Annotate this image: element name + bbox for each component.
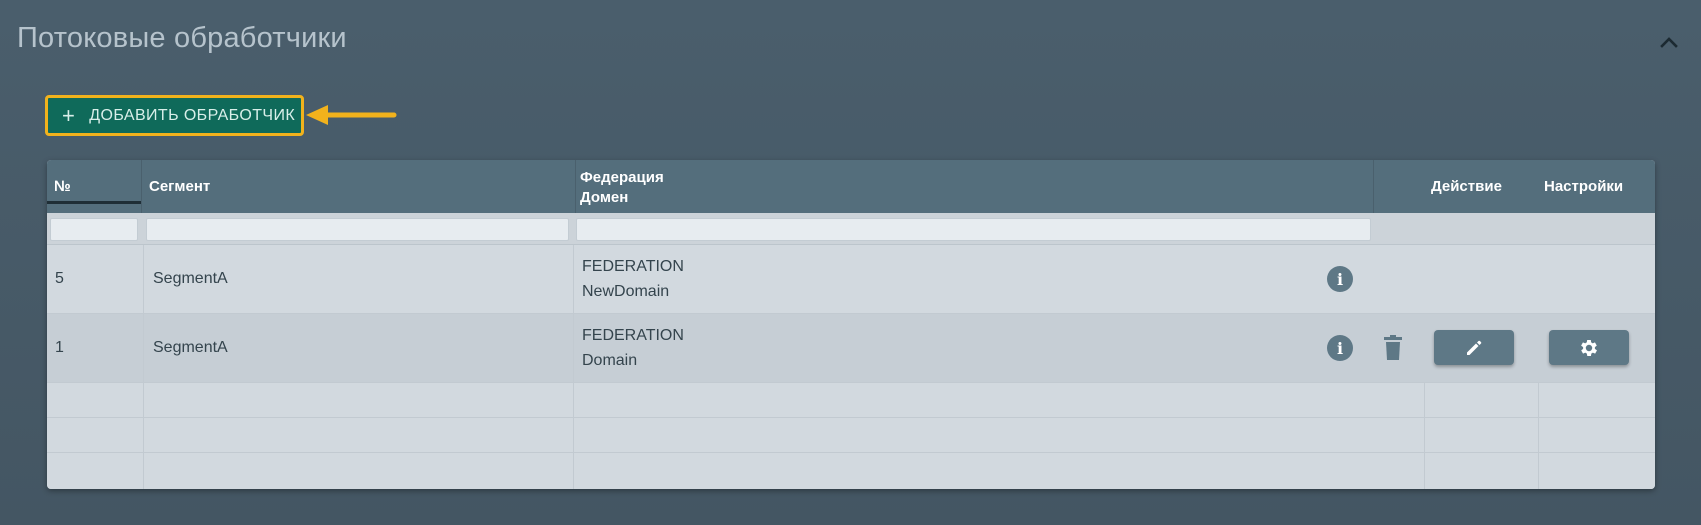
- cell-separator: [1424, 383, 1425, 418]
- chevron-up-icon: [1660, 37, 1678, 48]
- column-separator: [141, 160, 142, 213]
- cell-separator: [1538, 418, 1539, 453]
- cell-separator: [143, 314, 144, 383]
- empty-row: [47, 418, 1655, 453]
- column-label: Настройки: [1544, 178, 1624, 195]
- cell-separator: [1424, 453, 1425, 489]
- column-label: Действие: [1431, 178, 1502, 195]
- empty-row: [47, 453, 1655, 489]
- cell-separator: [573, 245, 574, 314]
- info-icon[interactable]: i: [1327, 335, 1353, 361]
- page-title: Потоковые обработчики: [17, 22, 347, 54]
- column-separator: [575, 160, 576, 213]
- cell-separator: [143, 245, 144, 314]
- cell-separator: [573, 383, 574, 418]
- cell-separator: [573, 453, 574, 489]
- handlers-table: № Сегмент Федерация Домен Действие Настр…: [47, 160, 1655, 489]
- table-header: № Сегмент Федерация Домен Действие Настр…: [47, 160, 1655, 213]
- row-number: 1: [55, 339, 64, 356]
- cell-separator: [573, 418, 574, 453]
- filter-row: [47, 213, 1655, 245]
- trash-icon[interactable]: [1383, 335, 1403, 361]
- row-domain: NewDomain: [582, 283, 670, 300]
- filter-domain-input[interactable]: [576, 218, 1371, 241]
- cell-separator: [573, 314, 574, 383]
- row-number: 5: [55, 270, 64, 287]
- cell-separator: [1424, 418, 1425, 453]
- edit-button[interactable]: [1434, 330, 1514, 365]
- column-label: Федерация: [580, 169, 664, 186]
- empty-row: [47, 383, 1655, 418]
- cell-separator: [143, 453, 144, 489]
- info-icon[interactable]: i: [1327, 266, 1353, 292]
- settings-button[interactable]: [1549, 330, 1629, 365]
- row-segment: SegmentA: [153, 270, 228, 287]
- column-separator: [1373, 160, 1374, 213]
- column-header-segment[interactable]: Сегмент: [149, 160, 569, 213]
- cell-separator: [143, 383, 144, 418]
- table-row[interactable]: 5 SegmentA FEDERATION NewDomain i: [47, 245, 1655, 314]
- column-label: Сегмент: [149, 178, 211, 195]
- filter-segment-input[interactable]: [146, 218, 569, 241]
- column-header-federation-domain[interactable]: Федерация Домен: [580, 160, 1080, 213]
- row-federation: FEDERATION: [582, 258, 684, 275]
- plus-icon: +: [62, 102, 76, 128]
- column-label: Домен: [580, 189, 629, 206]
- pencil-icon: [1467, 340, 1482, 355]
- row-segment: SegmentA: [153, 339, 228, 356]
- column-label: №: [54, 178, 71, 195]
- cell-separator: [1538, 453, 1539, 489]
- annotation-arrow: [306, 105, 397, 125]
- table-row[interactable]: 1 SegmentA FEDERATION Domain i: [47, 314, 1655, 383]
- add-handler-button[interactable]: + ДОБАВИТЬ ОБРАБОТЧИК: [45, 95, 304, 136]
- column-header-settings: Настройки: [1544, 160, 1654, 213]
- column-header-number[interactable]: №: [54, 160, 134, 213]
- column-header-action: Действие: [1431, 160, 1531, 213]
- add-handler-label: ДОБАВИТЬ ОБРАБОТЧИК: [89, 106, 296, 124]
- row-federation: FEDERATION: [582, 327, 684, 344]
- sort-indicator: [47, 201, 141, 204]
- cell-separator: [1538, 383, 1539, 418]
- collapse-button[interactable]: [1652, 28, 1686, 56]
- filter-number-input[interactable]: [50, 218, 138, 241]
- cell-separator: [143, 418, 144, 453]
- gear-icon: [1581, 339, 1597, 356]
- row-domain: Domain: [582, 352, 638, 369]
